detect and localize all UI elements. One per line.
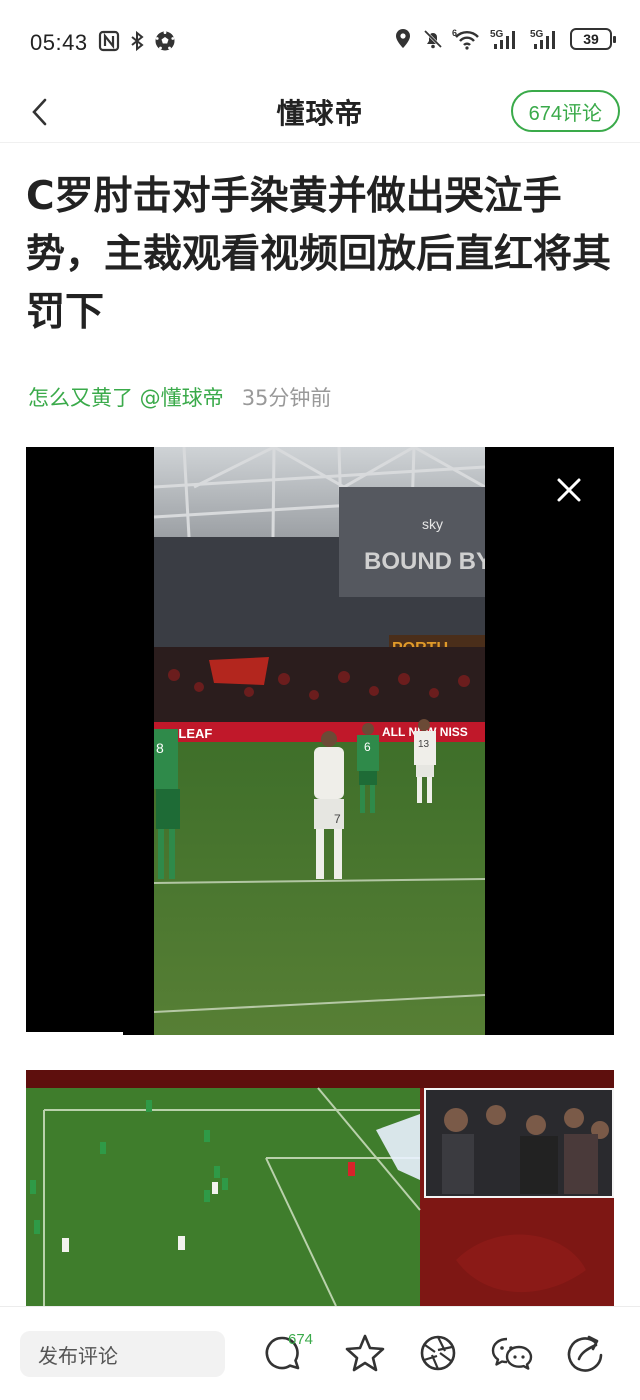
article-title: C罗肘击对手染黄并做出哭泣手势，主裁观看视频回放后直红将其罚下 (26, 174, 612, 335)
player-number-7: 7 (334, 812, 341, 826)
replay-scene (26, 1070, 614, 1306)
star-icon (345, 1334, 385, 1372)
status-time: 05:43 (30, 30, 88, 55)
aperture-icon (420, 1335, 456, 1371)
location-icon (396, 29, 410, 48)
player-number-6: 6 (364, 740, 371, 754)
sky-sign: sky (422, 516, 443, 532)
status-right-icons: 6 5G 5G 39 (392, 28, 616, 50)
stadium-scene: sky BOUND BY B PORTU AN LEAF ALL NEW NIS… (154, 447, 485, 1035)
nfc-icon (98, 30, 120, 52)
bound-by-sign: BOUND BY B (364, 548, 485, 575)
bottom-action-bar: 发布评论 674 (0, 1306, 640, 1400)
video-player[interactable]: sky BOUND BY B PORTU AN LEAF ALL NEW NIS… (26, 447, 614, 1035)
bluetooth-icon (131, 30, 144, 52)
mute-bell-icon (423, 29, 443, 49)
article-meta: 怎么又黄了 @懂球帝 35分钟前 (28, 382, 331, 412)
svg-text:5G: 5G (490, 29, 504, 40)
share-arrow-icon (567, 1335, 603, 1372)
status-left-icons (98, 30, 176, 52)
wechat-share-button[interactable] (490, 1331, 534, 1375)
battery-icon: 39 (570, 28, 616, 50)
share-button[interactable] (563, 1331, 607, 1375)
favorite-button[interactable] (343, 1331, 387, 1375)
comment-input[interactable]: 发布评论 (20, 1331, 225, 1377)
video-frame: sky BOUND BY B PORTU AN LEAF ALL NEW NIS… (154, 447, 485, 1035)
header-divider (0, 142, 640, 143)
player-number-8: 8 (156, 740, 164, 756)
soccer-icon (155, 31, 175, 51)
comments-button[interactable]: 674评论 (510, 90, 620, 132)
comment-count: 674 (288, 1331, 314, 1348)
signal-5g-icon: 5G (530, 29, 555, 49)
replay-image[interactable] (26, 1070, 614, 1306)
close-icon[interactable] (554, 475, 584, 505)
svg-text:6: 6 (452, 28, 457, 38)
signal-5g-icon: 5G (490, 29, 515, 49)
wechat-icon (491, 1337, 533, 1370)
player-number-13: 13 (418, 739, 430, 750)
video-progress-bar[interactable] (26, 1032, 123, 1035)
article-time: 35分钟前 (241, 386, 332, 410)
svg-text:5G: 5G (530, 29, 544, 40)
status-bar: 05:43 6 5G 5G 39 (0, 0, 640, 84)
moments-share-button[interactable] (416, 1331, 460, 1375)
article-tag[interactable]: 怎么又黄了 @懂球帝 (28, 382, 224, 412)
wifi-6-icon: 6 (452, 28, 479, 50)
nav-bar: 懂球帝 674评论 (0, 84, 640, 140)
